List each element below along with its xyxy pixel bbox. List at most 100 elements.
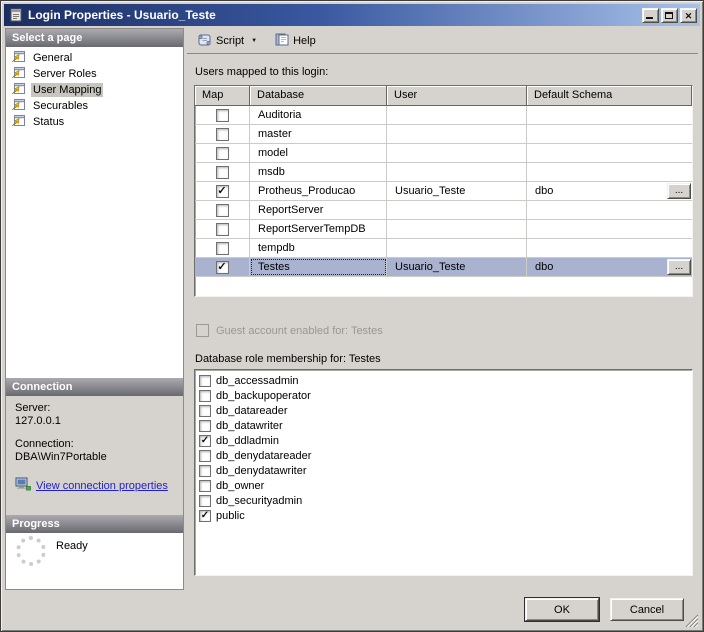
role-membership-list: db_accessadmin db_backupoperator db_data…	[194, 369, 693, 576]
map-checkbox[interactable]	[215, 241, 229, 255]
browse-schema-button[interactable]: ...	[667, 259, 691, 275]
table-row[interactable]: model ...	[195, 144, 692, 163]
role-list-item[interactable]: ✓ public	[195, 508, 692, 523]
role-checkbox[interactable]: ✓	[199, 509, 211, 522]
database-cell[interactable]: msdb	[250, 163, 387, 181]
ok-button[interactable]: OK	[524, 597, 600, 622]
resize-grip[interactable]	[685, 614, 699, 628]
database-cell-text: Testes	[258, 261, 290, 273]
sidebar-page-item[interactable]: User Mapping	[6, 82, 183, 98]
schema-cell[interactable]: ...	[527, 125, 692, 143]
table-row[interactable]: msdb ...	[195, 163, 692, 182]
schema-cell[interactable]: ...	[527, 163, 692, 181]
database-cell[interactable]: model	[250, 144, 387, 162]
schema-cell[interactable]: ...	[527, 239, 692, 257]
browse-schema-button[interactable]: ...	[667, 183, 691, 199]
sidebar-page-item[interactable]: Status	[6, 114, 183, 130]
role-checkbox[interactable]	[199, 449, 211, 462]
close-button[interactable]: ✕	[680, 7, 697, 23]
script-dropdown-icon[interactable]: ▼	[251, 38, 257, 44]
map-checkbox[interactable]	[215, 127, 229, 141]
schema-cell[interactable]: dbo ...	[527, 182, 692, 200]
minimize-button[interactable]	[642, 7, 659, 23]
help-button[interactable]: Help	[270, 30, 321, 52]
column-header-default-schema[interactable]: Default Schema	[527, 86, 692, 106]
database-cell[interactable]: ReportServerTempDB	[250, 220, 387, 238]
sidebar-page-item[interactable]: General	[6, 50, 183, 66]
view-connection-properties-link[interactable]: View connection properties	[36, 480, 168, 492]
schema-cell[interactable]: ...	[527, 144, 692, 162]
map-cell	[195, 239, 250, 257]
user-cell[interactable]	[387, 220, 527, 238]
table-row[interactable]: Auditoria ...	[195, 106, 692, 125]
user-cell[interactable]	[387, 144, 527, 162]
role-label: db_datawriter	[216, 419, 283, 432]
user-cell[interactable]: Usuario_Teste	[387, 258, 527, 276]
role-list-item[interactable]: db_accessadmin	[195, 373, 692, 388]
database-cell[interactable]: Testes	[250, 258, 387, 276]
table-row[interactable]: master ...	[195, 125, 692, 144]
database-cell-text: ReportServerTempDB	[258, 223, 366, 235]
map-checkbox[interactable]: ✓	[215, 184, 229, 198]
script-button[interactable]: Script ▼	[192, 30, 262, 52]
titlebar[interactable]: Login Properties - Usuario_Teste ✕	[4, 4, 700, 26]
main-panel: Script ▼ Help Users mapped to this login…	[187, 28, 698, 590]
schema-cell[interactable]: ...	[527, 220, 692, 238]
role-list-item[interactable]: db_denydatawriter	[195, 463, 692, 478]
map-checkbox[interactable]	[215, 146, 229, 160]
table-row[interactable]: tempdb ...	[195, 239, 692, 258]
database-cell[interactable]: master	[250, 125, 387, 143]
role-checkbox[interactable]	[199, 404, 211, 417]
connection-properties-icon	[15, 477, 31, 494]
role-checkbox[interactable]	[199, 419, 211, 432]
column-header-map[interactable]: Map	[195, 86, 250, 106]
sidebar-page-item[interactable]: Securables	[6, 98, 183, 114]
role-list-item[interactable]: db_denydatareader	[195, 448, 692, 463]
user-cell[interactable]: Usuario_Teste	[387, 182, 527, 200]
maximize-icon	[665, 11, 673, 19]
maximize-button[interactable]	[661, 7, 678, 23]
map-checkbox[interactable]	[215, 108, 229, 122]
table-row[interactable]: ReportServer ...	[195, 201, 692, 220]
column-header-user[interactable]: User	[387, 86, 527, 106]
role-checkbox[interactable]	[199, 479, 211, 492]
role-list-item[interactable]: db_datareader	[195, 403, 692, 418]
sidebar-page-item[interactable]: Server Roles	[6, 66, 183, 82]
schema-cell[interactable]: dbo ...	[527, 258, 692, 276]
role-list-item[interactable]: ✓ db_ddladmin	[195, 433, 692, 448]
cancel-button[interactable]: Cancel	[610, 598, 684, 621]
role-checkbox[interactable]	[199, 374, 211, 387]
map-checkbox[interactable]	[215, 222, 229, 236]
database-cell[interactable]: tempdb	[250, 239, 387, 257]
role-list-item[interactable]: db_backupoperator	[195, 388, 692, 403]
map-checkbox[interactable]: ✓	[215, 260, 229, 274]
role-checkbox[interactable]: ✓	[199, 434, 211, 447]
role-list-item[interactable]: db_datawriter	[195, 418, 692, 433]
map-checkbox[interactable]	[215, 203, 229, 217]
table-row[interactable]: ✓ Testes Usuario_Teste dbo ...	[195, 258, 692, 277]
database-cell[interactable]: Protheus_Producao	[250, 182, 387, 200]
schema-cell[interactable]: ...	[527, 106, 692, 124]
table-row[interactable]: ✓ Protheus_Producao Usuario_Teste dbo ..…	[195, 182, 692, 201]
table-row[interactable]: ReportServerTempDB ...	[195, 220, 692, 239]
column-header-database[interactable]: Database	[250, 86, 387, 106]
role-checkbox[interactable]	[199, 464, 211, 477]
user-cell[interactable]	[387, 125, 527, 143]
role-list-item[interactable]: db_owner	[195, 478, 692, 493]
schema-cell[interactable]: ...	[527, 201, 692, 219]
role-label: db_owner	[216, 479, 265, 492]
role-checkbox[interactable]	[199, 389, 211, 402]
user-cell[interactable]	[387, 106, 527, 124]
sidebar-page-item-label: Securables	[33, 100, 89, 112]
user-cell[interactable]	[387, 239, 527, 257]
map-checkbox[interactable]	[215, 165, 229, 179]
database-cell[interactable]: ReportServer	[250, 201, 387, 219]
user-cell[interactable]	[387, 201, 527, 219]
user-cell[interactable]	[387, 163, 527, 181]
role-checkbox[interactable]	[199, 494, 211, 507]
map-cell: ✓	[195, 182, 250, 200]
users-mapped-label: Users mapped to this login:	[195, 66, 329, 78]
role-list-item[interactable]: db_securityadmin	[195, 493, 692, 508]
database-cell[interactable]: Auditoria	[250, 106, 387, 124]
role-label: db_securityadmin	[216, 494, 303, 507]
